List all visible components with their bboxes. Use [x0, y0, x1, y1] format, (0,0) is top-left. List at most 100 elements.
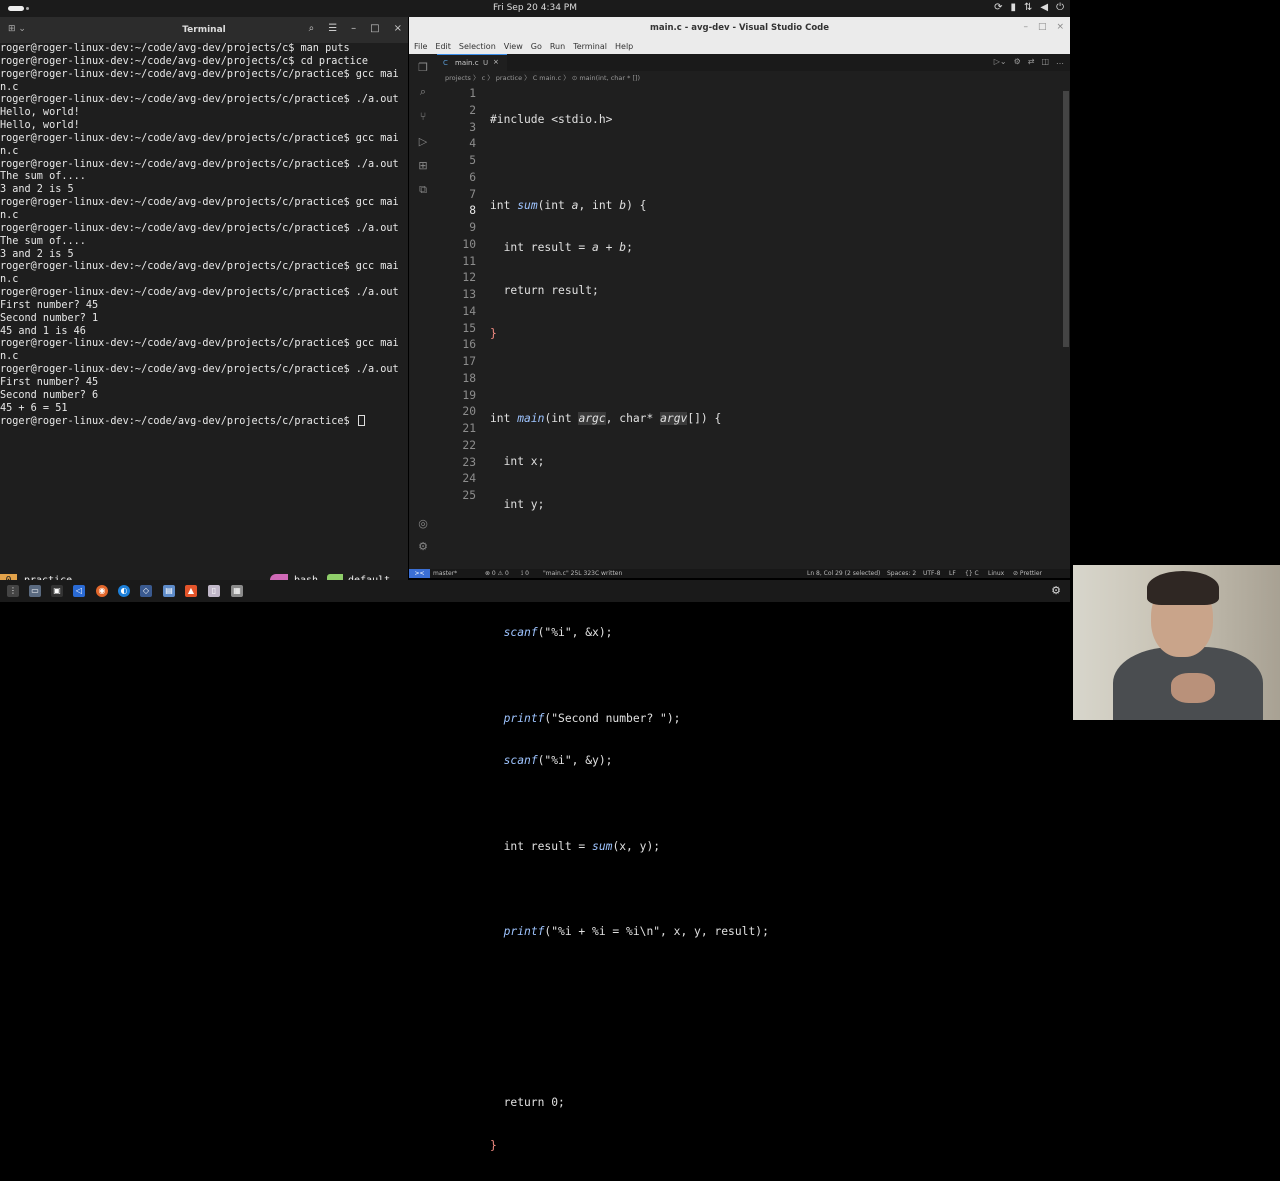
terminal-line: The sum of.... — [0, 171, 86, 183]
activity-bar: ❐ ⌕ ⑂ ▷ ⊞ ⧉ ◎ ⚙ — [409, 54, 437, 569]
cursor-position[interactable]: Ln 8, Col 29 (2 selected) — [807, 570, 880, 577]
terminal-line: roger@roger-linux-dev:~/code/avg-dev/pro… — [0, 132, 399, 144]
terminal-line: Hello, world! — [0, 107, 80, 119]
problems-status[interactable]: ⊗ 0 ⚠ 0 — [485, 570, 509, 577]
compare-icon[interactable]: ⇄ — [1028, 57, 1035, 66]
terminal-line: n.c — [0, 81, 19, 93]
system-clock[interactable]: Fri Sep 20 4:34 PM — [0, 3, 1070, 13]
webcam-hand — [1171, 673, 1215, 703]
editor-actions: ▷⌄ ⚙ ⇄ ◫ … — [994, 57, 1064, 66]
text-editor-icon[interactable]: ▤ — [163, 585, 175, 597]
eol-status[interactable]: LF — [949, 570, 956, 577]
virtualbox-icon[interactable]: ◇ — [140, 585, 152, 597]
settings-gear-icon[interactable]: ⚙ — [417, 541, 429, 553]
line-number: 3 — [469, 120, 476, 134]
minimize-icon[interactable]: – — [1023, 22, 1028, 32]
menu-item-file[interactable]: File — [414, 42, 427, 51]
source-control-icon[interactable]: ⑂ — [417, 111, 429, 123]
code-editor[interactable]: 1 2 3 4 5 6 7 8 9 10 11 12 13 14 15 16 17 18 19 20 21 22 23 24 2… — [437, 85, 1060, 1152]
tab-main-c[interactable]: C main.c U × — [437, 54, 507, 71]
menu-item-terminal[interactable]: Terminal — [573, 42, 607, 51]
files-icon[interactable]: ▭ — [29, 585, 41, 597]
apps-grid-icon[interactable]: ⋮ — [7, 585, 19, 597]
volume-icon[interactable]: ◀ — [1040, 2, 1048, 13]
terminal-output[interactable]: roger@roger-linux-dev:~/code/avg-dev/pro… — [0, 43, 408, 428]
document-icon[interactable]: ▯ — [208, 585, 220, 597]
line-number: 20 — [462, 405, 476, 419]
line-number: 24 — [462, 472, 476, 486]
archive-icon[interactable]: ▦ — [231, 585, 243, 597]
split-editor-icon[interactable]: ◫ — [1041, 57, 1049, 66]
code-content[interactable]: #include <stdio.h> int sum(int a, int b)… — [490, 86, 769, 1181]
terminal-line: n.c — [0, 351, 19, 363]
more-actions-icon[interactable]: … — [1056, 57, 1064, 66]
remote-indicator-icon[interactable]: >< — [409, 569, 430, 578]
menu-item-selection[interactable]: Selection — [459, 42, 496, 51]
line-number: 15 — [462, 321, 476, 335]
vscode-app-icon[interactable]: ◁ — [73, 585, 85, 597]
search-icon[interactable]: ⌕ — [309, 23, 315, 34]
branch-status[interactable]: master* — [433, 570, 457, 577]
extensions-icon[interactable]: ⊞ — [417, 160, 429, 172]
terminal-line: roger@roger-linux-dev:~/code/avg-dev/pro… — [0, 338, 399, 350]
maximize-icon[interactable]: □ — [1038, 22, 1047, 32]
line-number: 25 — [462, 489, 476, 502]
account-icon[interactable]: ◎ — [417, 518, 429, 530]
network-icon[interactable]: ⇅ — [1024, 2, 1032, 13]
terminal-line: roger@roger-linux-dev:~/code/avg-dev/pro… — [0, 94, 399, 106]
remote-explorer-icon[interactable]: ⧉ — [417, 184, 429, 196]
prettier-status[interactable]: ⊘ Prettier — [1013, 570, 1042, 577]
platform-status[interactable]: Linux — [988, 570, 1004, 577]
ports-status[interactable]: ⟟ 0 — [521, 570, 529, 578]
firefox-icon[interactable]: ◉ — [96, 585, 108, 597]
menu-item-run[interactable]: Run — [550, 42, 565, 51]
update-icon[interactable]: ⟳ — [994, 2, 1002, 13]
terminal-cursor — [357, 415, 365, 427]
close-icon[interactable]: × — [394, 23, 402, 34]
run-icon[interactable]: ▷⌄ — [994, 57, 1007, 66]
settings-gear-icon[interactable]: ⚙ — [1050, 585, 1062, 597]
menu-item-help[interactable]: Help — [615, 42, 633, 51]
menu-item-go[interactable]: Go — [531, 42, 542, 51]
c-file-icon: C — [443, 59, 448, 67]
status-message: "main.c" 25L 323C written — [543, 570, 623, 577]
vscode-window-controls: – □ × — [1023, 22, 1064, 32]
terminal-line: First number? 45 — [0, 376, 99, 388]
vscode-menubar: File Edit Selection View Go Run Terminal Help — [409, 38, 1070, 54]
terminal-line: roger@roger-linux-dev:~/code/avg-dev/pro… — [0, 364, 399, 376]
terminal-line: Hello, world! — [0, 120, 80, 132]
code-line: } — [490, 1139, 497, 1152]
line-number: 6 — [469, 170, 476, 184]
edge-icon[interactable]: ◐ — [118, 585, 130, 597]
explorer-icon[interactable]: ❐ — [417, 62, 429, 74]
indentation-status[interactable]: Spaces: 2 — [887, 570, 916, 577]
encoding-status[interactable]: UTF-8 — [923, 570, 941, 577]
run-debug-icon[interactable]: ▷ — [417, 136, 429, 148]
tab-close-icon[interactable]: × — [493, 58, 499, 66]
close-icon[interactable]: × — [1056, 22, 1064, 32]
menu-item-view[interactable]: View — [504, 42, 523, 51]
line-number: 12 — [462, 271, 476, 285]
scrollbar-thumb[interactable] — [1063, 91, 1069, 347]
terminal-line: roger@roger-linux-dev:~/code/avg-dev/pro… — [0, 158, 399, 170]
hamburger-menu-icon[interactable]: ☰ — [328, 23, 337, 34]
power-icon[interactable]: ⏻ — [1056, 2, 1064, 13]
line-number: 13 — [462, 288, 476, 301]
language-status[interactable]: {} C — [965, 570, 979, 577]
breadcrumb[interactable]: projects 〉 c 〉 practice 〉 C main.c 〉 ⊙ m… — [437, 71, 1070, 85]
maximize-icon[interactable]: □ — [370, 23, 379, 34]
search-icon[interactable]: ⌕ — [417, 86, 429, 98]
menu-item-edit[interactable]: Edit — [435, 42, 451, 51]
gear-icon[interactable]: ⚙ — [1014, 57, 1021, 66]
terminal-app-icon[interactable]: ▣ — [51, 585, 63, 597]
app-icon[interactable]: ▲ — [185, 585, 197, 597]
editor-scrollbar[interactable] — [1061, 85, 1070, 569]
vscode-window: main.c - avg-dev - Visual Studio Code – … — [409, 17, 1070, 1152]
editor-tab-bar: C main.c U × ▷⌄ ⚙ ⇄ ◫ … — [437, 54, 1070, 71]
code-line-active: int main(int argc, char* argv[]) { — [490, 412, 722, 426]
minimize-icon[interactable]: – — [351, 23, 356, 34]
line-number: 16 — [462, 338, 476, 352]
battery-icon[interactable]: ▮ — [1010, 2, 1016, 13]
